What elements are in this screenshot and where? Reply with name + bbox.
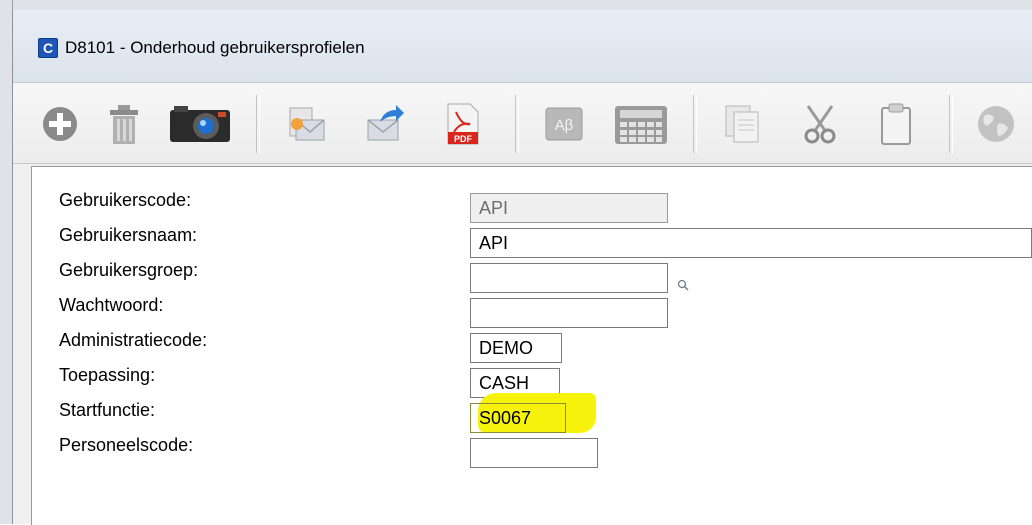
title-bar: C D8101 - Onderhoud gebruikersprofielen	[13, 10, 1032, 82]
spellcheck-button[interactable]: Aβ	[541, 101, 587, 147]
gebruikersnaam-label: Gebruikersnaam:	[59, 225, 198, 245]
startfunctie-field[interactable]: S0067	[470, 403, 566, 433]
camera-icon	[170, 106, 230, 142]
delete-icon	[110, 105, 138, 144]
add-button[interactable]	[37, 101, 83, 147]
camera-button[interactable]	[165, 101, 235, 147]
globe-icon	[978, 106, 1014, 142]
calculator-button[interactable]	[613, 101, 669, 147]
cut-icon	[804, 105, 836, 144]
form-row-toepassing: Toepassing: CASH	[32, 360, 1032, 398]
add-icon	[43, 107, 77, 141]
toolbar: PDF Aβ	[13, 82, 1032, 164]
toolbar-separator	[949, 95, 953, 153]
form-row-personeelscode: Personeelscode:	[32, 430, 1032, 468]
form-row-gebruikerscode: Gebruikerscode: API	[32, 185, 1032, 223]
copy-button[interactable]	[719, 101, 765, 147]
spellcheck-icon: Aβ	[545, 107, 583, 141]
pdf-button[interactable]: PDF	[439, 101, 485, 147]
main-window: C D8101 - Onderhoud gebruikersprofielen	[12, 10, 1032, 525]
window-title: D8101 - Onderhoud gebruikersprofielen	[65, 38, 365, 57]
form-row-wachtwoord: Wachtwoord:	[32, 290, 1032, 328]
toolbar-separator	[693, 95, 697, 153]
administratiecode-field[interactable]: DEMO	[470, 333, 562, 363]
form-row-startfunctie: Startfunctie: S0067	[32, 393, 1032, 433]
send-email-button[interactable]	[283, 101, 329, 147]
gebruikersgroep-label: Gebruikersgroep:	[59, 260, 199, 280]
send-email-icon	[289, 107, 325, 141]
gebruikersgroep-field[interactable]	[470, 263, 668, 293]
personeelscode-label: Personeelscode:	[59, 435, 194, 455]
cut-button[interactable]	[797, 101, 843, 147]
forward-button[interactable]	[361, 101, 407, 147]
startfunctie-label: Startfunctie:	[59, 400, 156, 420]
svg-text:Aβ: Aβ	[555, 117, 574, 134]
toepassing-label: Toepassing:	[59, 365, 156, 385]
app-icon: C	[38, 38, 58, 58]
form-row-administratiecode: Administratiecode: DEMO	[32, 325, 1032, 363]
copy-icon	[725, 105, 759, 143]
desktop-background-top	[0, 0, 1032, 10]
toolbar-separator	[256, 95, 260, 153]
form-row-gebruikersnaam: Gebruikersnaam: API	[32, 220, 1032, 258]
paste-button[interactable]	[873, 101, 919, 147]
gebruikerscode-field: API	[470, 193, 668, 223]
wachtwoord-field[interactable]	[470, 298, 668, 328]
calculator-icon	[615, 106, 667, 144]
personeelscode-field[interactable]	[470, 438, 598, 468]
paste-icon	[881, 103, 911, 145]
form-row-gebruikersgroep: Gebruikersgroep:	[32, 255, 1032, 293]
toolbar-separator	[515, 95, 519, 153]
wachtwoord-label: Wachtwoord:	[59, 295, 164, 315]
delete-button[interactable]	[101, 101, 147, 147]
administratiecode-label: Administratiecode:	[59, 330, 208, 350]
gebruikerscode-label: Gebruikerscode:	[59, 190, 192, 210]
forward-icon	[367, 105, 404, 141]
gebruikersnaam-field[interactable]: API	[470, 228, 1032, 258]
form-panel: Gebruikerscode: API Gebruikersnaam: API …	[31, 166, 1032, 525]
pdf-icon: PDF	[447, 103, 479, 145]
globe-button[interactable]	[973, 101, 1019, 147]
svg-text:PDF: PDF	[454, 134, 473, 144]
